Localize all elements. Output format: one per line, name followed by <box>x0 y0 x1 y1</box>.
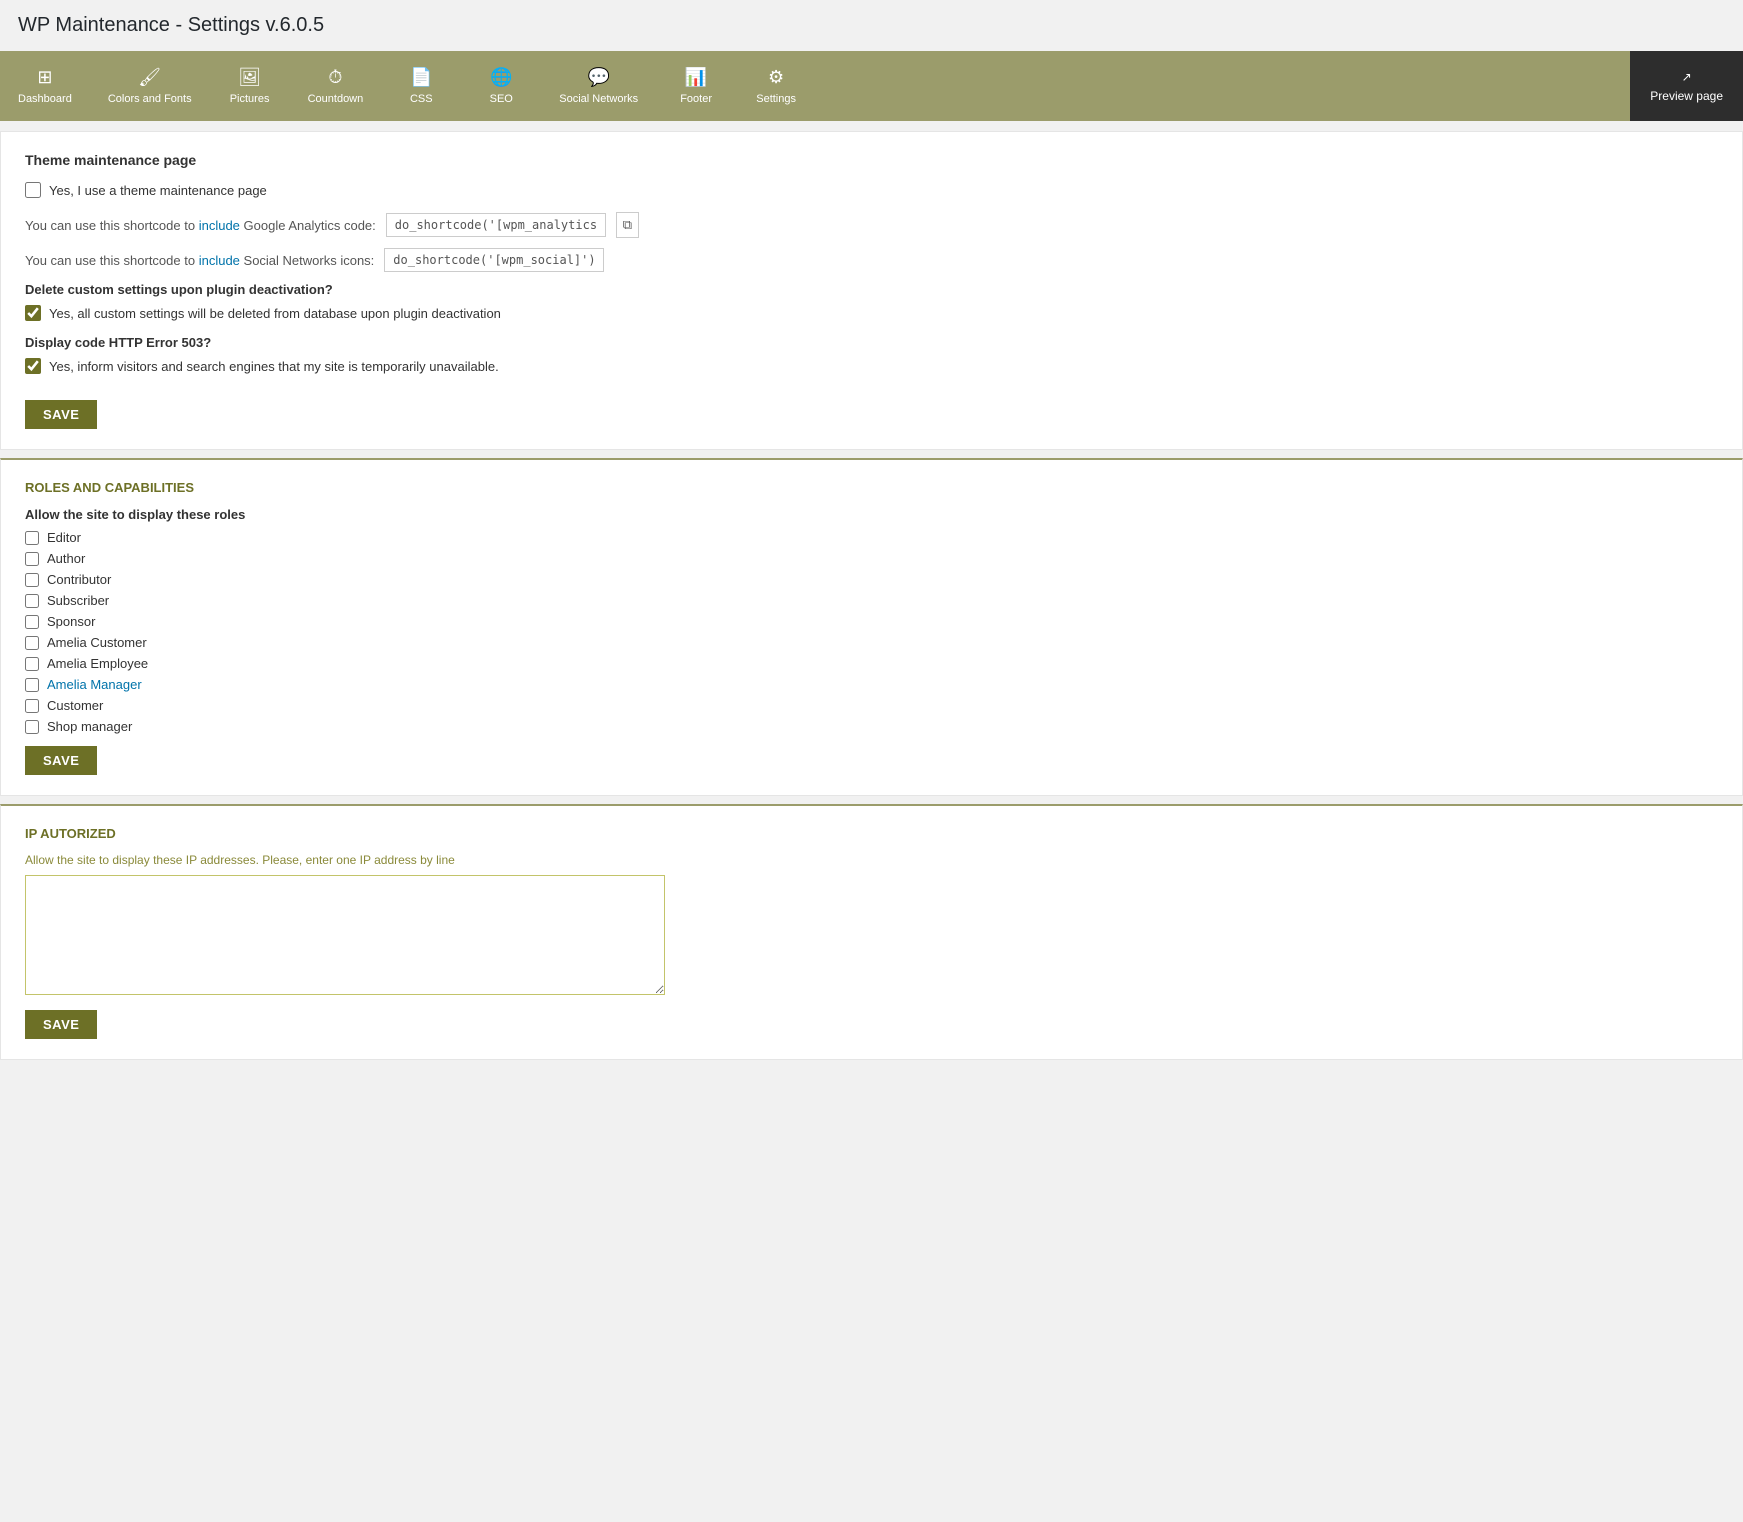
roles-list: Editor Author Contributor Subscriber Spo… <box>25 530 1718 734</box>
main-content: Theme maintenance page Yes, I use a them… <box>0 121 1743 1078</box>
nav-item-social-networks[interactable]: 💬 Social Networks <box>541 51 656 121</box>
role-amelia-employee-label[interactable]: Amelia Employee <box>47 656 148 671</box>
role-amelia-customer: Amelia Customer <box>25 635 1718 650</box>
role-author-checkbox[interactable] <box>25 552 39 566</box>
preview-label: Preview page <box>1650 89 1723 103</box>
http-error-checkbox-row: Yes, inform visitors and search engines … <box>25 358 1718 374</box>
role-subscriber-label[interactable]: Subscriber <box>47 593 109 608</box>
delete-settings-label[interactable]: Yes, all custom settings will be deleted… <box>49 306 501 321</box>
save-button-2[interactable]: SAVE <box>25 746 97 775</box>
nav-item-settings[interactable]: ⚙ Settings <box>736 51 816 121</box>
social-networks-icon: 💬 <box>587 67 609 88</box>
role-amelia-employee-checkbox[interactable] <box>25 657 39 671</box>
role-customer-label[interactable]: Customer <box>47 698 103 713</box>
nav-label-colors-fonts: Colors and Fonts <box>108 93 192 105</box>
http-error-label[interactable]: Yes, inform visitors and search engines … <box>49 359 499 374</box>
theme-maintenance-section: Theme maintenance page Yes, I use a them… <box>0 131 1743 450</box>
social-shortcode-row: You can use this shortcode to include So… <box>25 248 1718 272</box>
ip-section: IP AUTORIZED Allow the site to display t… <box>0 804 1743 1060</box>
nav-item-seo[interactable]: 🌐 SEO <box>461 51 541 121</box>
role-amelia-manager-label[interactable]: Amelia Manager <box>47 677 142 692</box>
social-shortcode-input[interactable] <box>384 248 604 272</box>
analytics-copy-button[interactable]: ⧉ <box>616 212 639 238</box>
role-sponsor: Sponsor <box>25 614 1718 629</box>
role-author-label[interactable]: Author <box>47 551 85 566</box>
role-editor-checkbox[interactable] <box>25 531 39 545</box>
nav-item-css[interactable]: 📄 CSS <box>381 51 461 121</box>
footer-icon: 📊 <box>685 67 707 88</box>
role-amelia-manager-checkbox[interactable] <box>25 678 39 692</box>
dashboard-icon: ⊞ <box>37 67 52 88</box>
analytics-label: You can use this shortcode to include Go… <box>25 218 376 233</box>
save-button-3[interactable]: SAVE <box>25 1010 97 1039</box>
ip-title: IP AUTORIZED <box>25 826 1718 841</box>
delete-settings-checkbox[interactable] <box>25 305 41 321</box>
seo-icon: 🌐 <box>490 67 512 88</box>
ip-description: Allow the site to display these IP addre… <box>25 853 1718 867</box>
role-editor: Editor <box>25 530 1718 545</box>
page-title: WP Maintenance - Settings v.6.0.5 <box>0 0 1743 51</box>
nav-label-css: CSS <box>410 93 433 105</box>
preview-page-button[interactable]: ↗ Preview page <box>1630 51 1743 121</box>
nav-item-dashboard[interactable]: ⊞ Dashboard <box>0 51 90 121</box>
ip-textarea[interactable] <box>25 875 665 995</box>
role-amelia-employee: Amelia Employee <box>25 656 1718 671</box>
role-sponsor-checkbox[interactable] <box>25 615 39 629</box>
role-customer-checkbox[interactable] <box>25 699 39 713</box>
delete-settings-title: Delete custom settings upon plugin deact… <box>25 282 1718 297</box>
nav-spacer <box>816 51 1630 121</box>
nav-item-countdown[interactable]: ⏱ Countdown <box>290 51 382 121</box>
nav-item-footer[interactable]: 📊 Footer <box>656 51 736 121</box>
countdown-icon: ⏱ <box>328 67 342 88</box>
nav-item-pictures[interactable]: 🖼 Pictures <box>210 51 290 121</box>
http-error-title: Display code HTTP Error 503? <box>25 335 1718 350</box>
role-contributor: Contributor <box>25 572 1718 587</box>
role-customer: Customer <box>25 698 1718 713</box>
role-shop-manager-label[interactable]: Shop manager <box>47 719 132 734</box>
role-amelia-customer-checkbox[interactable] <box>25 636 39 650</box>
nav-label-dashboard: Dashboard <box>18 93 72 105</box>
use-theme-checkbox-row: Yes, I use a theme maintenance page <box>25 182 1718 198</box>
use-theme-label[interactable]: Yes, I use a theme maintenance page <box>49 183 267 198</box>
role-sponsor-label[interactable]: Sponsor <box>47 614 95 629</box>
social-label: You can use this shortcode to include So… <box>25 253 374 268</box>
role-contributor-label[interactable]: Contributor <box>47 572 111 587</box>
analytics-shortcode-input[interactable] <box>386 213 606 237</box>
delete-settings-checkbox-row: Yes, all custom settings will be deleted… <box>25 305 1718 321</box>
theme-maintenance-title: Theme maintenance page <box>25 152 1718 168</box>
nav-bar: ⊞ Dashboard 🖌 Colors and Fonts 🖼 Picture… <box>0 51 1743 121</box>
nav-label-pictures: Pictures <box>230 93 270 105</box>
save-button-1[interactable]: SAVE <box>25 400 97 429</box>
role-shop-manager: Shop manager <box>25 719 1718 734</box>
pictures-icon: 🖼 <box>238 67 261 88</box>
roles-section: ROLES AND CAPABILITIES Allow the site to… <box>0 458 1743 796</box>
roles-sub-title: Allow the site to display these roles <box>25 507 1718 522</box>
settings-icon: ⚙ <box>768 67 784 88</box>
css-icon: 📄 <box>410 67 432 88</box>
role-subscriber: Subscriber <box>25 593 1718 608</box>
nav-label-seo: SEO <box>490 93 513 105</box>
role-amelia-manager: Amelia Manager <box>25 677 1718 692</box>
preview-icon: ↗ <box>1682 70 1692 84</box>
http-error-checkbox[interactable] <box>25 358 41 374</box>
nav-item-colors-fonts[interactable]: 🖌 Colors and Fonts <box>90 51 210 121</box>
role-author: Author <box>25 551 1718 566</box>
roles-title: ROLES AND CAPABILITIES <box>25 480 1718 495</box>
use-theme-checkbox[interactable] <box>25 182 41 198</box>
nav-label-settings: Settings <box>756 93 796 105</box>
colors-fonts-icon: 🖌 <box>138 67 161 88</box>
role-amelia-customer-label[interactable]: Amelia Customer <box>47 635 147 650</box>
nav-label-footer: Footer <box>680 93 712 105</box>
role-editor-label[interactable]: Editor <box>47 530 81 545</box>
role-contributor-checkbox[interactable] <box>25 573 39 587</box>
analytics-shortcode-row: You can use this shortcode to include Go… <box>25 212 1718 238</box>
nav-label-social-networks: Social Networks <box>559 93 638 105</box>
role-subscriber-checkbox[interactable] <box>25 594 39 608</box>
role-shop-manager-checkbox[interactable] <box>25 720 39 734</box>
nav-label-countdown: Countdown <box>308 93 364 105</box>
